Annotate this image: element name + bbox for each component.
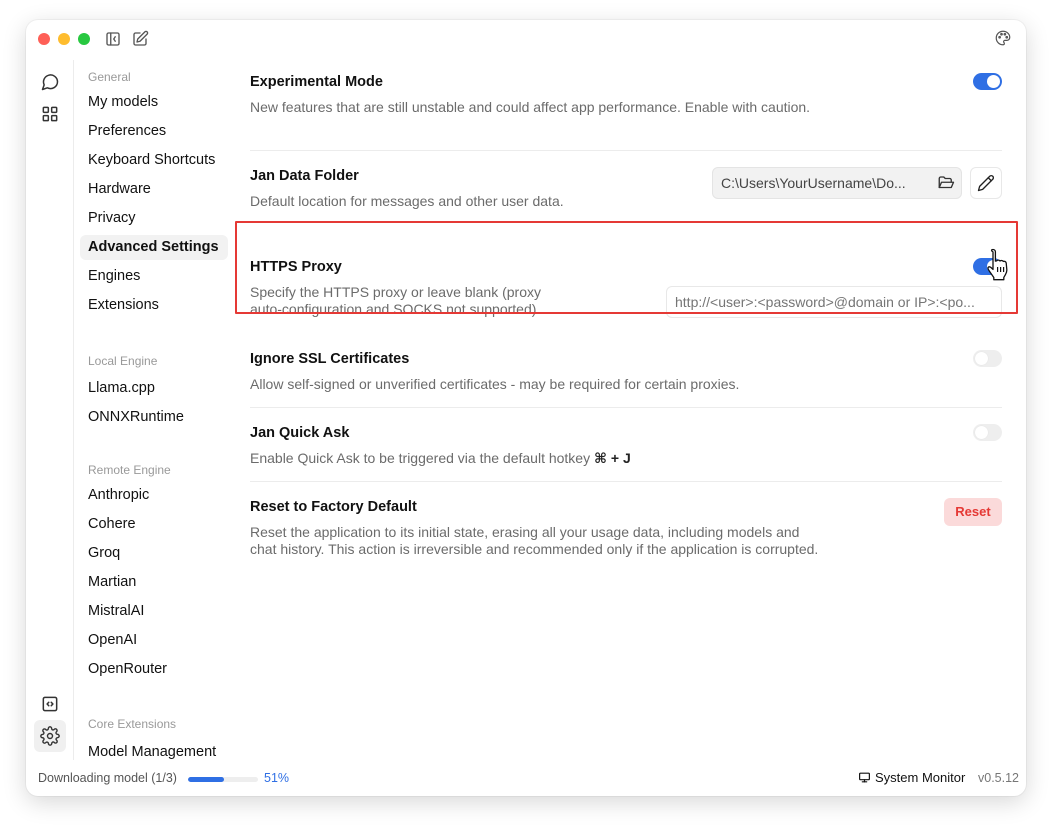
experimental-mode-toggle[interactable] (973, 73, 1002, 90)
quick-ask-hotkey: ⌘ + J (594, 450, 631, 466)
hub-grid-icon[interactable] (40, 104, 60, 124)
sidebar-item-llamacpp[interactable]: Llama.cpp (80, 376, 228, 401)
sidebar-item-martian[interactable]: Martian (80, 570, 228, 595)
minimize-window-button[interactable] (58, 33, 70, 45)
sidebar-item-engines[interactable]: Engines (80, 264, 228, 289)
setting-description-line1: Specify the HTTPS proxy or leave blank (… (250, 284, 542, 300)
download-percent: 51% (264, 771, 290, 785)
theme-palette-icon[interactable] (994, 29, 1012, 47)
setting-title: HTTPS Proxy (250, 259, 342, 275)
data-folder-path-field[interactable]: C:\Users\YourUsername\Do... (712, 167, 962, 199)
ignore-ssl-toggle[interactable] (973, 350, 1002, 367)
api-server-icon[interactable] (40, 694, 60, 714)
sidebar-item-model-management[interactable]: Model Management (80, 740, 228, 760)
setting-description: New features that are still unstable and… (250, 99, 811, 115)
setting-description: Default location for messages and other … (250, 193, 564, 209)
monitor-icon (858, 771, 871, 784)
sidebar-item-openai[interactable]: OpenAI (80, 628, 228, 653)
settings-sidebar: General My models Preferences Keyboard S… (74, 60, 234, 760)
setting-title: Ignore SSL Certificates (250, 351, 410, 367)
divider (250, 407, 1002, 408)
titlebar (26, 20, 1026, 60)
setting-title: Experimental Mode (250, 74, 383, 90)
quick-ask-toggle[interactable] (973, 424, 1002, 441)
setting-title: Jan Quick Ask (250, 425, 350, 441)
reset-button[interactable]: Reset (944, 498, 1002, 526)
status-bar: Downloading model (1/3) 51% System Monit… (26, 762, 1026, 796)
sidebar-item-extensions[interactable]: Extensions (80, 293, 228, 318)
sidebar-item-openrouter[interactable]: OpenRouter (80, 657, 228, 682)
sidebar-item-anthropic[interactable]: Anthropic (80, 483, 228, 508)
chat-icon[interactable] (40, 72, 60, 92)
setting-description-line1: Reset the application to its initial sta… (250, 524, 800, 540)
sidebar-item-onnxruntime[interactable]: ONNXRuntime (80, 405, 228, 430)
download-status-text: Downloading model (1/3) (38, 771, 177, 785)
system-monitor-button[interactable]: System Monitor (858, 770, 965, 785)
pencil-icon (977, 174, 995, 192)
section-title-core-extensions: Core Extensions (88, 717, 177, 731)
quick-ask-desc-text: Enable Quick Ask to be triggered via the… (250, 450, 591, 466)
settings-panel: Experimental Mode New features that are … (250, 60, 1002, 760)
hand-pointer-cursor-icon (984, 246, 1014, 282)
sidebar-item-privacy[interactable]: Privacy (80, 206, 228, 231)
sidebar-item-preferences[interactable]: Preferences (80, 119, 228, 144)
close-window-button[interactable] (38, 33, 50, 45)
app-version: v0.5.12 (978, 771, 1020, 785)
sidebar-item-my-models[interactable]: My models (80, 90, 228, 115)
data-folder-path-value: C:\Users\YourUsername\Do... (721, 175, 906, 191)
sidebar-item-cohere[interactable]: Cohere (80, 512, 228, 537)
setting-title: Reset to Factory Default (250, 499, 417, 515)
open-folder-icon[interactable] (937, 174, 955, 192)
setting-description-line2: chat history. This action is irreversibl… (250, 541, 819, 557)
setting-description-line2: auto-configuration and SOCKS not support… (250, 301, 541, 317)
new-chat-icon[interactable] (131, 30, 149, 48)
section-title-general: General (88, 70, 131, 84)
maximize-window-button[interactable] (78, 33, 90, 45)
sidebar-collapse-icon[interactable] (104, 30, 122, 48)
setting-description: Allow self-signed or unverified certific… (250, 376, 740, 392)
setting-description: Enable Quick Ask to be triggered via the… (250, 450, 631, 467)
sidebar-item-groq[interactable]: Groq (80, 541, 228, 566)
divider (250, 150, 1002, 151)
edit-data-folder-button[interactable] (970, 167, 1002, 199)
sidebar-item-keyboard-shortcuts[interactable]: Keyboard Shortcuts (80, 148, 228, 173)
sidebar-item-mistralai[interactable]: MistralAI (80, 599, 228, 624)
https-proxy-input[interactable] (666, 286, 1002, 318)
divider (250, 481, 1002, 482)
sidebar-item-advanced-settings[interactable]: Advanced Settings (80, 235, 228, 260)
app-window: General My models Preferences Keyboard S… (26, 20, 1026, 796)
section-title-remote-engine: Remote Engine (88, 463, 171, 477)
icon-rail (26, 60, 74, 760)
download-progress-bar (188, 777, 258, 782)
setting-title: Jan Data Folder (250, 168, 359, 184)
sidebar-item-hardware[interactable]: Hardware (80, 177, 228, 202)
settings-gear-icon[interactable] (34, 720, 66, 752)
section-title-local-engine: Local Engine (88, 354, 158, 368)
system-monitor-label: System Monitor (875, 770, 966, 785)
download-progress-fill (188, 777, 224, 782)
